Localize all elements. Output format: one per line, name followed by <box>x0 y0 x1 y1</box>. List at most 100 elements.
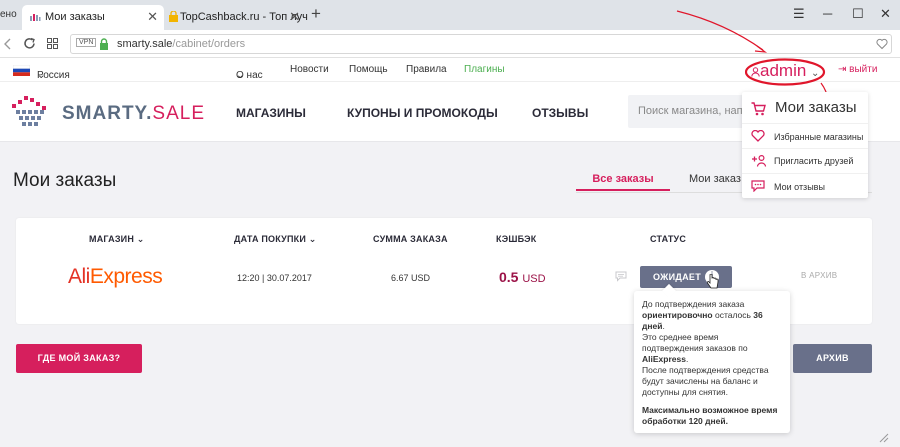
reload-icon[interactable] <box>23 37 36 50</box>
secure-lock-icon[interactable] <box>99 38 109 50</box>
archive-button[interactable]: АРХИВ <box>793 344 872 373</box>
active-tab-title: Мои заказы <box>45 11 105 23</box>
chevron-down-icon: ⌄ <box>136 234 145 244</box>
tooltip-line: AliExpress. <box>642 354 782 365</box>
order-sum: 6.67 USD <box>391 273 431 283</box>
annotation-arrow-icon <box>676 10 768 53</box>
smarty-logo-icon[interactable] <box>12 96 52 128</box>
dropdown-item-my-orders[interactable]: Мои заказы <box>742 94 868 124</box>
column-header-shop[interactable]: МАГАЗИН ⌄ <box>89 234 145 245</box>
close-window-icon[interactable]: ✕ <box>880 6 891 22</box>
dropdown-item-favorite-shops[interactable]: Избранные магазины <box>742 124 868 149</box>
bookmark-heart-icon[interactable] <box>876 38 888 50</box>
comment-icon[interactable] <box>615 271 627 282</box>
column-header-date-label: ДАТА ПОКУПКИ <box>234 234 307 244</box>
dropdown-item-label: Пригласить друзей <box>774 156 854 166</box>
tooltip-line: Это среднее время <box>642 332 719 342</box>
tooltip-text: . <box>685 354 689 364</box>
tooltip-gap <box>642 398 782 405</box>
status-label: ОЖИДАЕТ <box>653 272 701 282</box>
tooltip-line: До подтверждения заказа <box>642 299 745 309</box>
heart-icon <box>751 130 765 142</box>
url-host: smarty.sale <box>117 38 173 50</box>
tab-my-orders[interactable]: Мои заказ <box>689 173 741 185</box>
chevron-down-icon: ⌄ <box>308 234 317 244</box>
tab-close-icon[interactable]: ✕ <box>147 9 158 25</box>
tooltip-bold: Максимально возможное время <box>642 405 778 415</box>
nav-shops[interactable]: МАГАЗИНЫ <box>236 106 306 120</box>
topbar-link-news[interactable]: Новости <box>290 64 329 75</box>
dropdown-item-label: Мои заказы <box>775 99 857 116</box>
chevron-down-icon: ⌄ <box>37 70 46 81</box>
logo-text[interactable]: SMARTY.SALE <box>62 103 205 125</box>
status-tooltip: До подтверждения заказа ориентировочно о… <box>634 283 790 433</box>
column-header-status: СТАТУС <box>650 234 687 244</box>
tooltip-line: доступны для снятия. <box>642 387 728 397</box>
nav-reviews[interactable]: ОТЗЫВЫ <box>532 106 588 120</box>
russia-flag-icon <box>13 65 30 76</box>
cashback-value: 0.5 <box>499 269 519 285</box>
tooltip-line: Максимально возможное время <box>642 405 782 416</box>
column-header-shop-label: МАГАЗИН <box>89 234 135 244</box>
tooltip-text: . <box>662 321 665 331</box>
browser-tab-inactive[interactable]: TopCashback.ru - Топ луч ✕ <box>166 5 308 30</box>
user-dropdown-menu: Мои заказы Избранные магазины Пригласить… <box>742 92 868 198</box>
tooltip-bold: обработки 120 дней. <box>642 416 728 426</box>
previous-tab-fragment[interactable]: ено <box>0 9 17 20</box>
logo-main: SMARTY. <box>62 103 153 124</box>
logout-icon: ⇥ <box>838 64 847 75</box>
cashback-currency: USD <box>522 273 546 285</box>
tooltip-line: будут зачислены на баланс и <box>642 376 758 386</box>
browser-tab-active[interactable]: Мои заказы ✕ <box>22 5 164 30</box>
dropdown-item-label: Мои отзывы <box>774 182 825 192</box>
order-cashback: 0.5 USD <box>499 269 546 285</box>
logout-link[interactable]: ⇥ выйти <box>838 64 877 75</box>
lock-favicon-icon <box>169 11 178 22</box>
column-header-date[interactable]: ДАТА ПОКУПКИ ⌄ <box>234 234 316 245</box>
topbar-link-rules[interactable]: Правила <box>406 64 447 75</box>
cart-icon <box>751 102 766 116</box>
order-date: 12:20 | 30.07.2017 <box>237 273 312 283</box>
logo-accent: SALE <box>152 103 205 124</box>
column-header-cashback: КЭШБЭК <box>496 234 537 244</box>
chevron-down-icon: ⌄ <box>811 68 820 79</box>
logout-label: выйти <box>849 64 878 75</box>
resize-grip-icon[interactable] <box>879 433 889 443</box>
tab-close-icon[interactable]: ✕ <box>289 9 300 25</box>
page-title: Мои заказы <box>13 170 117 191</box>
tooltip-bold: AliExpress <box>642 354 686 364</box>
page: ено Мои заказы ✕ TopCashback.ru - Топ лу… <box>0 0 900 447</box>
tooltip-line: обработки 120 дней. <box>642 416 782 427</box>
dropdown-item-my-reviews[interactable]: Мои отзывы <box>742 174 868 199</box>
tab-all-orders[interactable]: Все заказы <box>576 167 670 191</box>
tooltip-line: подтверждения заказов по <box>642 343 748 353</box>
vpn-badge-icon[interactable]: VPN <box>76 38 97 47</box>
maximize-icon[interactable]: ☐ <box>852 6 864 22</box>
url-text: smarty.sale/cabinet/orders <box>117 38 245 50</box>
menu-icon[interactable]: ☰ <box>793 6 805 22</box>
url-path: /cabinet/orders <box>172 38 246 50</box>
chat-icon <box>751 180 765 192</box>
topbar-link-help[interactable]: Помощь <box>349 64 388 75</box>
chevron-down-icon: ⌄ <box>236 70 245 81</box>
dropdown-item-invite-friends[interactable]: Пригласить друзей <box>742 149 868 174</box>
nav-coupons[interactable]: КУПОНЫ И ПРОМОКОДЫ <box>347 106 498 120</box>
tooltip-line: После подтверждения средства <box>642 365 769 375</box>
minimize-icon[interactable]: ─ <box>823 6 832 21</box>
where-is-my-order-button[interactable]: ГДЕ МОЙ ЗАКАЗ? <box>16 344 142 373</box>
tooltip-bold: дней <box>642 321 663 331</box>
shop-name-part1: Ali <box>68 265 90 288</box>
topbar-link-plugins[interactable]: Плагины <box>464 64 505 75</box>
tooltip-bold: ориентировочно <box>642 310 713 320</box>
tooltip-days: 36 <box>753 310 763 320</box>
smarty-favicon-icon <box>30 14 41 21</box>
aliexpress-logo[interactable]: AliExpress <box>68 265 163 289</box>
new-tab-button[interactable]: + <box>311 4 321 24</box>
tooltip-text: осталось <box>712 310 754 320</box>
back-arrow-icon[interactable] <box>4 38 12 50</box>
move-to-archive-link[interactable]: В АРХИВ <box>801 271 837 280</box>
tabs-grid-icon[interactable] <box>47 38 58 49</box>
tooltip-line: ориентировочно осталось 36 <box>642 310 782 321</box>
tooltip-line: дней. <box>642 321 782 332</box>
add-user-icon <box>752 154 767 167</box>
